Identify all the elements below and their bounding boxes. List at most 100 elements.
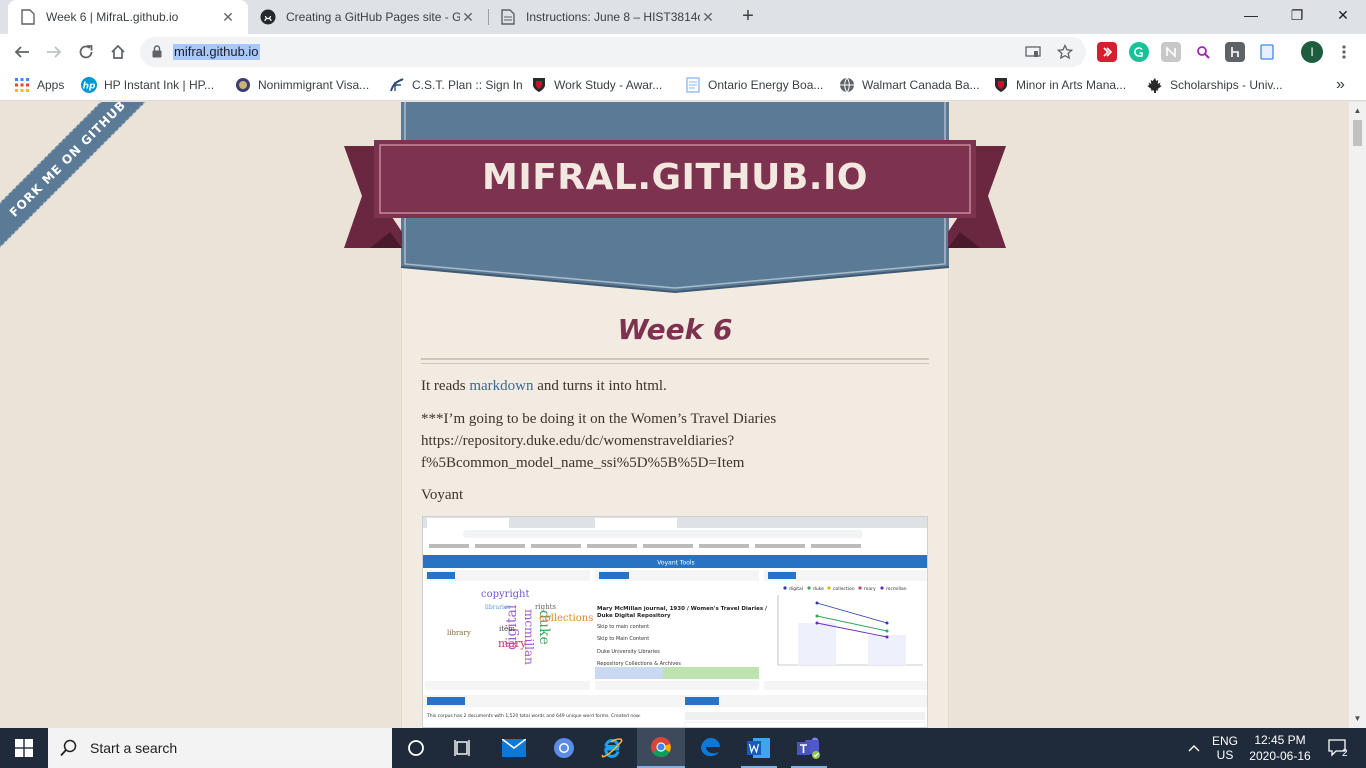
- fork-me-ribbon[interactable]: FORK ME ON GITHUB: [0, 102, 160, 251]
- extension-gray-icon[interactable]: [1161, 42, 1181, 62]
- summary-text: This corpus has 2 documents with 1,520 t…: [426, 713, 641, 719]
- bookmark-label: C.S.T. Plan :: Sign In: [412, 78, 523, 92]
- globe-icon: [839, 77, 855, 93]
- internet-explorer-icon[interactable]: [588, 728, 636, 768]
- cortana-icon[interactable]: [392, 728, 440, 768]
- page-scrollbar[interactable]: ▲ ▼: [1349, 102, 1366, 728]
- menu-kebab-icon[interactable]: [1330, 38, 1358, 66]
- clock-date: 2020-06-16: [1249, 749, 1311, 763]
- voyant-screenshot-image: Voyant Tools copyright digital duke coll…: [423, 517, 927, 727]
- reader-line: Repository Collections & Archives: [597, 661, 681, 667]
- teams-icon[interactable]: [785, 728, 833, 768]
- start-button[interactable]: [0, 728, 48, 768]
- more-bookmarks-button[interactable]: »: [1336, 76, 1345, 94]
- scroll-up-icon[interactable]: ▲: [1353, 106, 1362, 116]
- cloud-word: item: [499, 625, 515, 633]
- document-icon: [500, 9, 516, 25]
- tab-title: Week 6 | MifraL.github.io: [46, 10, 179, 24]
- reload-icon[interactable]: [72, 38, 100, 66]
- mail-icon[interactable]: [490, 728, 538, 768]
- shield-icon: [531, 77, 547, 93]
- bookmark-minor-arts[interactable]: Minor in Arts Mana...: [993, 76, 1126, 94]
- svg-text:hp: hp: [83, 82, 96, 92]
- region-code: US: [1216, 748, 1234, 762]
- forward-icon[interactable]: [40, 38, 68, 66]
- bookmark-nonimmigrant-visa[interactable]: Nonimmigrant Visa...: [235, 76, 369, 94]
- legend-entry: duke: [813, 586, 824, 592]
- tab-strip: Week 6 | MifraL.github.io ✕ Creating a G…: [0, 0, 1366, 34]
- bookmark-walmart-canada[interactable]: Walmart Canada Ba...: [839, 76, 980, 94]
- bookmark-label: Apps: [37, 78, 65, 92]
- address-bar[interactable]: mifral.github.io: [140, 37, 1086, 67]
- tray-overflow-icon[interactable]: [1182, 728, 1206, 768]
- search-placeholder: Start a search: [90, 740, 178, 756]
- edge-icon[interactable]: [686, 728, 734, 768]
- cloud-word: mcmillan: [522, 609, 536, 665]
- site-title[interactable]: MIFRAL.GITHUB.IO: [376, 142, 974, 214]
- divider: [421, 358, 929, 364]
- github-icon: [260, 9, 276, 25]
- chrome-taskbar-icon[interactable]: [637, 728, 685, 768]
- profile-avatar[interactable]: I: [1301, 41, 1323, 63]
- back-icon[interactable]: [8, 38, 36, 66]
- tab-title: Creating a GitHub Pages site - GitHub: [286, 10, 460, 24]
- lock-icon[interactable]: [152, 45, 162, 61]
- grammarly-icon[interactable]: [1129, 42, 1149, 62]
- task-view-icon[interactable]: [440, 728, 488, 768]
- star-icon[interactable]: [1056, 44, 1074, 60]
- clock[interactable]: 12:45 PM 2020-06-16: [1244, 728, 1316, 768]
- markdown-link[interactable]: markdown: [469, 378, 533, 394]
- paragraph-text: It reads: [421, 378, 470, 394]
- bookmark-apps[interactable]: Apps: [14, 76, 64, 94]
- cloud-word: libraries: [485, 604, 511, 611]
- chrome-alt-icon[interactable]: [540, 728, 588, 768]
- home-icon[interactable]: [104, 38, 132, 66]
- browser-toolbar: mifral.github.io I: [0, 34, 1366, 70]
- bookmark-label: Minor in Arts Mana...: [1016, 78, 1127, 92]
- hp-icon: hp: [81, 77, 97, 93]
- voyant-paragraph: Voyant: [421, 487, 464, 503]
- cast-icon[interactable]: [1024, 44, 1042, 60]
- search-extension-icon[interactable]: [1193, 42, 1213, 62]
- paragraph-line: f%5Bcommon_model_name_ssi%5D%5B%5D=Item: [421, 455, 745, 471]
- voyant-title: Voyant Tools: [657, 560, 694, 567]
- page-icon: [685, 77, 701, 93]
- tab-week-6[interactable]: Week 6 | MifraL.github.io ✕: [8, 0, 248, 34]
- bookmark-scholarships[interactable]: Scholarships - Univ...: [1147, 76, 1282, 94]
- reader-line: Skip to main content: [597, 624, 649, 630]
- cloud-word: collections: [539, 613, 593, 624]
- page-title: Week 6: [617, 313, 733, 346]
- close-window-button[interactable]: ✕: [1320, 0, 1366, 30]
- bookmark-label: HP Instant Ink | HP...: [104, 78, 215, 92]
- url-text[interactable]: mifral.github.io: [173, 44, 260, 60]
- tab-instructions[interactable]: Instructions: June 8 – HIST3814o ✕: [488, 0, 728, 34]
- close-tab-icon[interactable]: ✕: [220, 9, 236, 25]
- action-center-icon[interactable]: 2: [1318, 728, 1358, 768]
- maximize-button[interactable]: ❐: [1274, 0, 1320, 30]
- legend-entry: collection: [833, 586, 855, 592]
- scroll-down-icon[interactable]: ▼: [1353, 714, 1362, 724]
- paragraph-line: https://repository.duke.edu/dc/womenstra…: [421, 433, 735, 449]
- page-viewport: MIFRAL.GITHUB.IO FORK ME ON GITHUB Week …: [0, 102, 1349, 728]
- bookmark-ontario-energy[interactable]: Ontario Energy Boa...: [685, 76, 823, 94]
- legend-entry: mcmillan: [886, 586, 907, 592]
- taskbar-search[interactable]: Start a search: [48, 728, 392, 768]
- scrollbar-thumb[interactable]: [1353, 120, 1362, 146]
- bookmark-label: Scholarships - Univ...: [1170, 78, 1283, 92]
- tab-github-pages[interactable]: Creating a GitHub Pages site - GitHub ✕: [248, 0, 488, 34]
- windows-taskbar: Start a search ENG US 12:45 PM 2020-06-1…: [0, 728, 1366, 768]
- minimize-button[interactable]: —: [1228, 0, 1274, 30]
- reader-heading: Duke Digital Repository: [597, 613, 671, 619]
- close-tab-icon[interactable]: ✕: [700, 9, 716, 25]
- language-indicator[interactable]: ENG US: [1208, 728, 1242, 768]
- bookmark-work-study[interactable]: Work Study - Awar...: [531, 76, 662, 94]
- bookmark-hp-instant-ink[interactable]: hp HP Instant Ink | HP...: [81, 76, 214, 94]
- close-tab-icon[interactable]: ✕: [460, 9, 476, 25]
- extension-h-icon[interactable]: [1225, 42, 1245, 62]
- new-tab-button[interactable]: +: [736, 5, 760, 29]
- word-icon[interactable]: [735, 728, 783, 768]
- extension-red-icon[interactable]: [1097, 42, 1117, 62]
- extension-doc-icon[interactable]: [1257, 42, 1277, 62]
- bookmark-label: Walmart Canada Ba...: [862, 78, 980, 92]
- bookmark-cst-plan[interactable]: C.S.T. Plan :: Sign In: [389, 76, 523, 94]
